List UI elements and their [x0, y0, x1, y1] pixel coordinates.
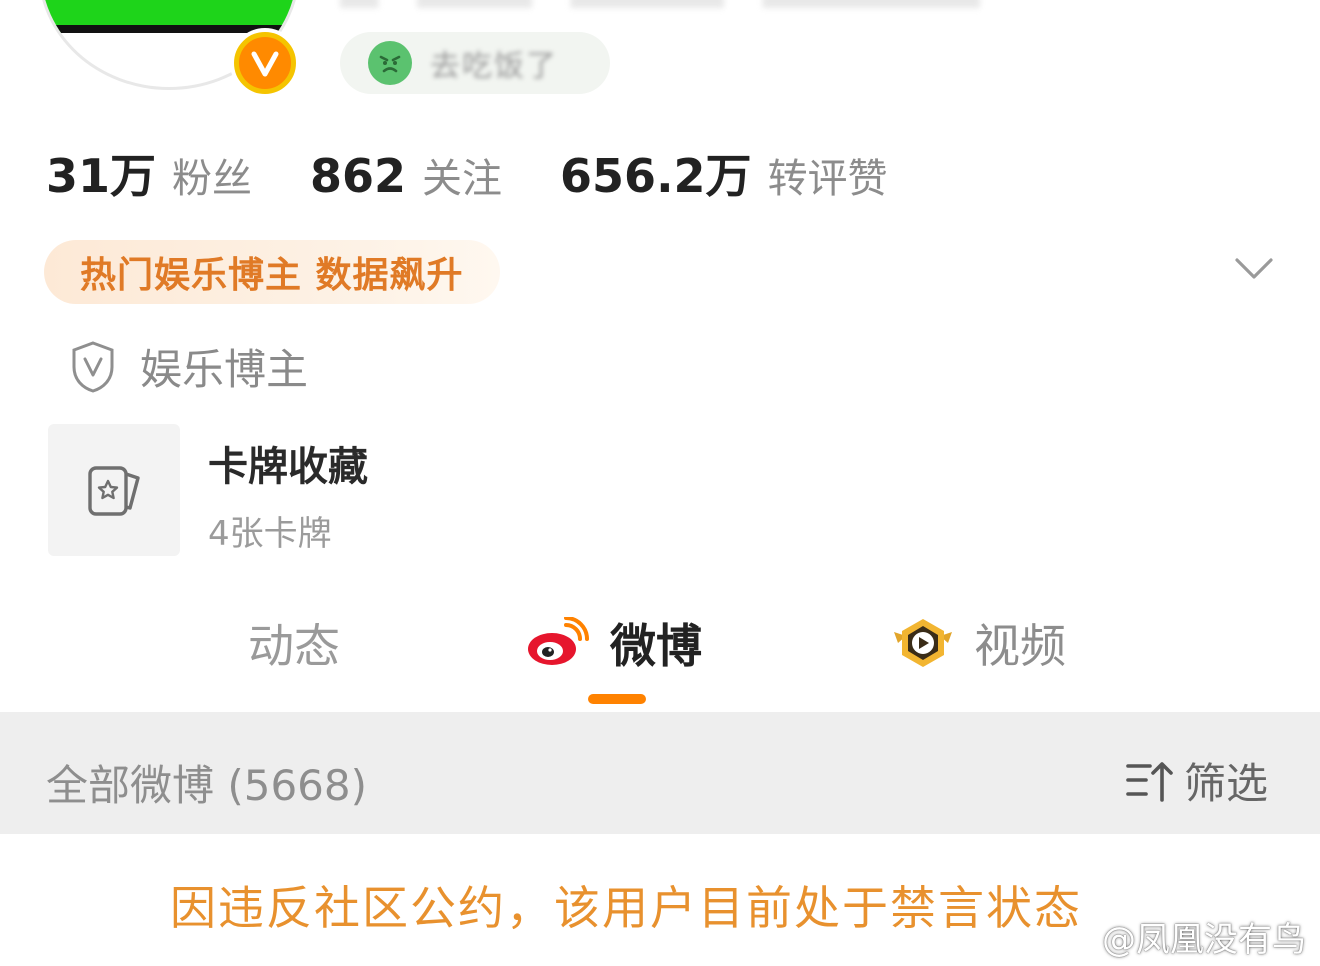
- profile-stats: 31万 粉丝 862 关注 656.2万 转评赞: [46, 140, 946, 206]
- stat-interactions[interactable]: 656.2万 转评赞: [560, 140, 888, 206]
- video-play-icon: [894, 619, 952, 667]
- card-collection-count: 4张卡牌: [208, 514, 332, 554]
- stat-label: 关注: [422, 156, 503, 202]
- filter-sort-icon: [1126, 761, 1173, 802]
- tab-dongtai[interactable]: 动态: [248, 608, 340, 678]
- stat-followers[interactable]: 31万 粉丝: [46, 140, 252, 206]
- tab-video[interactable]: 视频: [892, 608, 1066, 678]
- card-collection-title[interactable]: 卡牌收藏: [208, 434, 368, 492]
- shield-v-icon: [72, 340, 114, 393]
- chevron-down-icon[interactable]: [1234, 254, 1274, 284]
- weibo-logo-icon: [528, 617, 589, 665]
- profile-page: 去吃饭了 31万 粉丝 862 关注 656.2万 转评赞 热门娱乐博主 数据飙…: [0, 0, 1320, 966]
- hot-blogger-tag[interactable]: 热门娱乐博主 数据飙升: [44, 240, 500, 304]
- stat-value: 656.2万: [560, 149, 752, 203]
- verified-v-icon: [234, 32, 296, 94]
- all-weibo-count[interactable]: 全部微博 (5668): [46, 752, 367, 813]
- mood-status-text: 去吃饭了: [430, 49, 558, 84]
- filter-label: 筛选: [1184, 759, 1269, 808]
- tab-weibo[interactable]: 微博: [526, 608, 702, 678]
- mood-status-pill[interactable]: 去吃饭了: [340, 32, 610, 94]
- avatar-image: [41, 0, 297, 33]
- stat-label: 转评赞: [767, 156, 888, 202]
- watermark: @凤凰没有鸟: [1056, 912, 1306, 961]
- nickname-blurred: [340, 0, 980, 8]
- watermark-text: @凤凰没有鸟: [1102, 920, 1306, 960]
- filter-button[interactable]: 筛选: [1124, 750, 1268, 811]
- stat-label: 粉丝: [172, 156, 253, 202]
- active-tab-indicator: [588, 694, 646, 704]
- stat-following[interactable]: 862 关注: [310, 146, 502, 204]
- weibo-watermark-icon: [1056, 923, 1093, 953]
- stat-value: 31万: [46, 149, 157, 203]
- verification-row: 娱乐博主: [70, 336, 308, 397]
- verification-text: 娱乐博主: [140, 345, 309, 394]
- tab-label: 动态: [248, 619, 340, 673]
- card-collection-tile[interactable]: [48, 424, 180, 556]
- tab-label: 视频: [974, 619, 1066, 673]
- angry-face-icon: [368, 41, 412, 85]
- tab-label: 微博: [610, 619, 702, 673]
- card-star-icon: [88, 466, 140, 516]
- stat-value: 862: [310, 149, 407, 203]
- ban-notice: 因违反社区公约，该用户目前处于禁言状态: [170, 881, 1082, 935]
